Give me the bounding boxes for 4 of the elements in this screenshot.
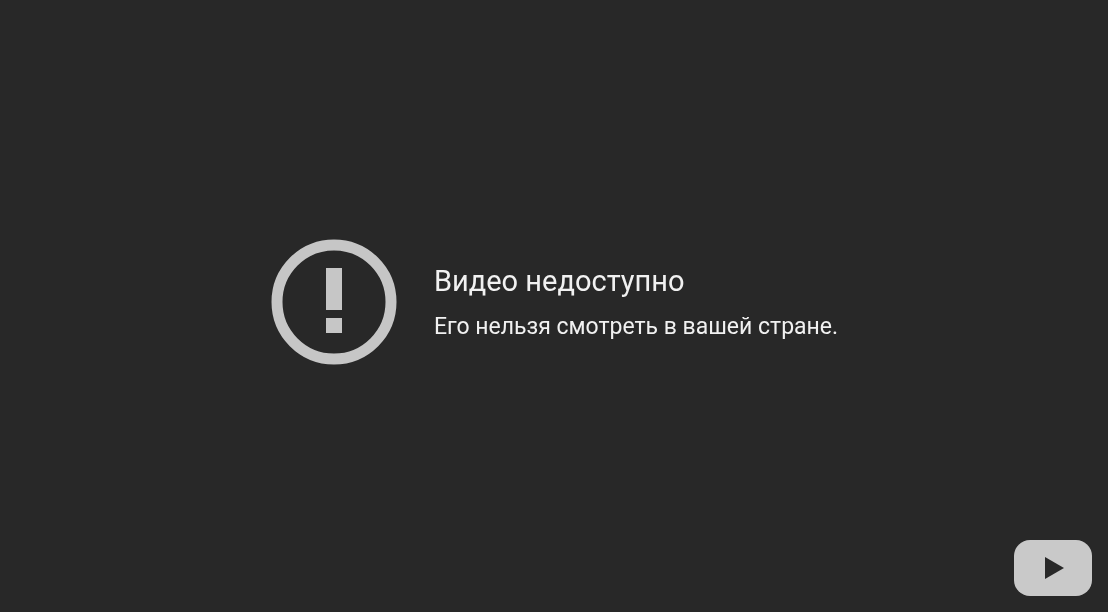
error-title: Видео недоступно	[433, 263, 686, 300]
error-message: Его нельзя смотреть в вашей стране.	[433, 312, 839, 342]
play-logo-icon[interactable]	[1014, 540, 1092, 596]
warning-icon	[269, 238, 398, 366]
